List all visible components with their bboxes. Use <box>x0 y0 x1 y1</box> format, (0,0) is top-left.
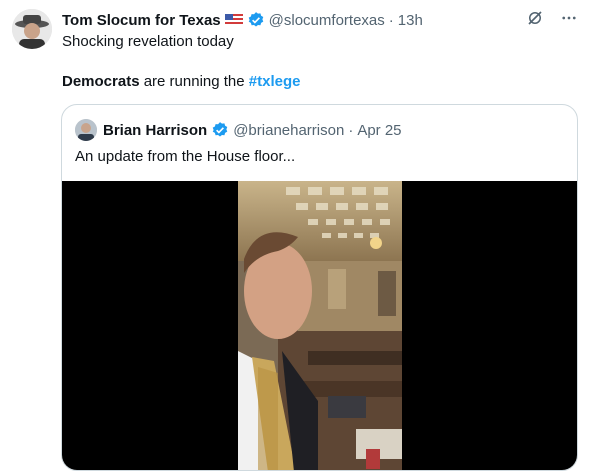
author-name[interactable]: Tom Slocum for Texas <box>62 12 221 29</box>
separator-dot: · <box>388 11 394 29</box>
verified-badge-icon <box>247 11 265 29</box>
quoted-text: An update from the House floor... <box>75 148 296 165</box>
tweet-actions <box>526 9 578 32</box>
video-player[interactable] <box>62 181 577 470</box>
hashtag-link[interactable]: #txlege <box>249 73 301 90</box>
tweet-text-mid: are running the <box>139 73 249 90</box>
video-frame-image <box>238 181 402 470</box>
verified-badge-icon <box>211 121 229 139</box>
quoted-author-avatar <box>75 119 97 141</box>
quoted-author-handle: @brianeharrison <box>233 121 345 139</box>
us-flag-icon <box>224 14 243 26</box>
post-time[interactable]: 13h <box>398 12 423 29</box>
quoted-header: Brian Harrison @brianeharrison · Apr 25 <box>75 119 402 141</box>
bold-word: Democrats <box>62 73 140 90</box>
quoted-author-name: Brian Harrison <box>103 121 208 139</box>
separator-dot: · <box>348 121 354 139</box>
author-handle[interactable]: @slocumfortexas <box>269 12 385 29</box>
tweet-header: Tom Slocum for Texas @slocumfortexas · 1… <box>62 10 578 30</box>
quoted-tweet-card[interactable]: Brian Harrison @brianeharrison · Apr 25 … <box>61 104 578 471</box>
tweet-text-line1: Shocking revelation today <box>62 33 234 50</box>
tweet-text-line2: Democrats are running the #txlege <box>62 73 301 90</box>
quoted-post-date: Apr 25 <box>357 121 402 139</box>
more-options-button[interactable] <box>560 9 578 32</box>
author-avatar[interactable] <box>12 9 52 49</box>
grok-icon[interactable] <box>526 9 544 32</box>
